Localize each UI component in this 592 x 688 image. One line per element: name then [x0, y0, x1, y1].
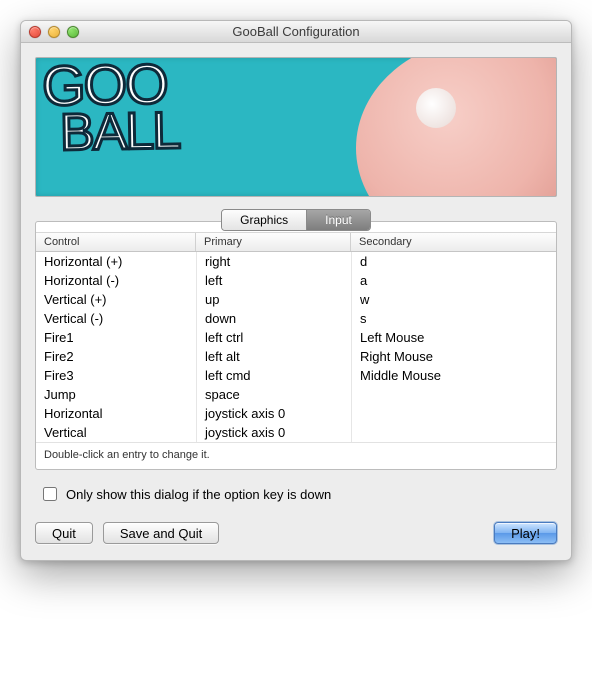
option-key-checkbox[interactable]: [43, 487, 57, 501]
table-row[interactable]: Jumpspace: [36, 385, 556, 404]
segmented-control: Graphics Input: [221, 209, 371, 231]
banner-logo-line2: BALL: [60, 109, 180, 155]
cell-control: Jump: [36, 385, 196, 404]
table-row[interactable]: Verticaljoystick axis 0: [36, 423, 556, 442]
table-row[interactable]: Horizontal (-)lefta: [36, 271, 556, 290]
cell-control: Vertical (-): [36, 309, 196, 328]
tab-bar: Graphics Input: [35, 209, 557, 231]
cell-secondary: d: [351, 252, 556, 271]
cell-primary: left ctrl: [196, 328, 351, 347]
cell-primary: left: [196, 271, 351, 290]
cell-control: Horizontal (+): [36, 252, 196, 271]
table-hint: Double-click an entry to change it.: [36, 442, 556, 469]
table-row[interactable]: Horizontal (+)rightd: [36, 252, 556, 271]
button-row: Quit Save and Quit Play!: [35, 522, 557, 544]
cell-control: Vertical: [36, 423, 196, 442]
cell-primary: right: [196, 252, 351, 271]
save-and-quit-button[interactable]: Save and Quit: [103, 522, 219, 544]
traffic-lights: [29, 26, 79, 38]
cell-primary: space: [196, 385, 351, 404]
play-button[interactable]: Play!: [494, 522, 557, 544]
tab-graphics[interactable]: Graphics: [222, 210, 306, 230]
cell-secondary: a: [351, 271, 556, 290]
cell-secondary: [351, 385, 556, 404]
table-row[interactable]: Fire1left ctrlLeft Mouse: [36, 328, 556, 347]
cell-secondary: [351, 423, 556, 442]
cell-control: Vertical (+): [36, 290, 196, 309]
banner-logo: GOO BALL: [42, 60, 179, 155]
table-row[interactable]: Fire2left altRight Mouse: [36, 347, 556, 366]
table-row[interactable]: Vertical (-)downs: [36, 309, 556, 328]
tab-input[interactable]: Input: [306, 210, 370, 230]
col-primary[interactable]: Primary: [196, 233, 351, 251]
minimize-icon[interactable]: [48, 26, 60, 38]
option-key-checkbox-row[interactable]: Only show this dialog if the option key …: [39, 484, 553, 504]
content-area: GOO BALL Graphics Input Control Primary …: [21, 43, 571, 560]
col-control[interactable]: Control: [36, 233, 196, 251]
cell-control: Fire1: [36, 328, 196, 347]
zoom-icon[interactable]: [67, 26, 79, 38]
table-row[interactable]: Horizontaljoystick axis 0: [36, 404, 556, 423]
cell-primary: joystick axis 0: [196, 423, 351, 442]
quit-button[interactable]: Quit: [35, 522, 93, 544]
cell-primary: up: [196, 290, 351, 309]
cell-control: Horizontal (-): [36, 271, 196, 290]
table-row[interactable]: Vertical (+)upw: [36, 290, 556, 309]
banner-blob: [356, 57, 557, 197]
close-icon[interactable]: [29, 26, 41, 38]
titlebar[interactable]: GooBall Configuration: [21, 21, 571, 43]
table-body: Horizontal (+)rightdHorizontal (-)leftaV…: [36, 252, 556, 442]
banner-image: GOO BALL: [35, 57, 557, 197]
cell-control: Fire2: [36, 347, 196, 366]
cell-secondary: s: [351, 309, 556, 328]
cell-primary: joystick axis 0: [196, 404, 351, 423]
cell-primary: left cmd: [196, 366, 351, 385]
cell-secondary: Middle Mouse: [351, 366, 556, 385]
option-key-label: Only show this dialog if the option key …: [66, 487, 331, 502]
window-title: GooBall Configuration: [21, 24, 571, 39]
cell-secondary: Right Mouse: [351, 347, 556, 366]
cell-secondary: w: [351, 290, 556, 309]
cell-primary: left alt: [196, 347, 351, 366]
input-panel: Control Primary Secondary Horizontal (+)…: [35, 221, 557, 470]
cell-control: Horizontal: [36, 404, 196, 423]
table-row[interactable]: Fire3left cmdMiddle Mouse: [36, 366, 556, 385]
cell-control: Fire3: [36, 366, 196, 385]
cell-secondary: [351, 404, 556, 423]
col-secondary[interactable]: Secondary: [351, 233, 556, 251]
config-window: GooBall Configuration GOO BALL Graphics …: [20, 20, 572, 561]
cell-secondary: Left Mouse: [351, 328, 556, 347]
table-header: Control Primary Secondary: [36, 232, 556, 252]
cell-primary: down: [196, 309, 351, 328]
